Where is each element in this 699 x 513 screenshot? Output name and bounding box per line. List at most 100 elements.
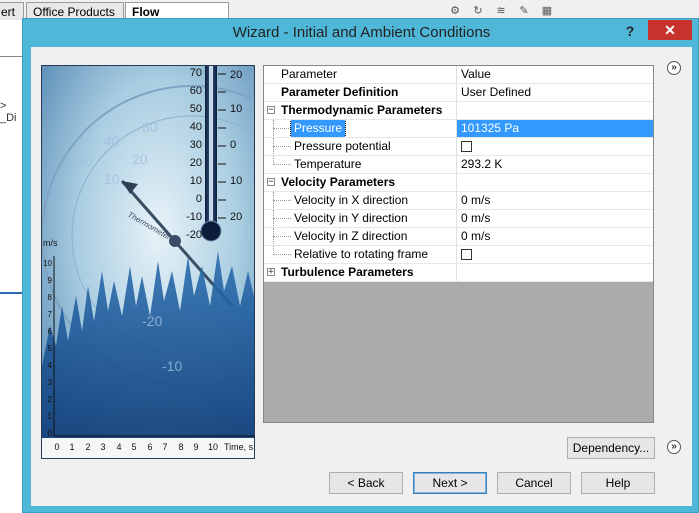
dialog-client-area: 50 40 30 20 10 -20 -10 Thermometer 70 60… xyxy=(31,47,692,506)
row-label: Temperature xyxy=(294,157,362,171)
dial-label: -10 xyxy=(162,358,182,374)
thermo-left-tick: 20 xyxy=(190,157,202,169)
group-label: Turbulence Parameters xyxy=(281,265,414,279)
column-header-parameter[interactable]: Parameter xyxy=(281,66,337,83)
chart-ytick: 10 xyxy=(43,259,52,268)
group-label: Velocity Parameters xyxy=(281,175,396,189)
row-label: Pressure potential xyxy=(294,139,391,153)
cancel-button[interactable]: Cancel xyxy=(497,472,571,494)
thermo-left-tick: 10 xyxy=(190,175,202,187)
chart-xtick: 0 xyxy=(54,442,59,452)
thermo-right-tick: 10 xyxy=(230,103,242,115)
grid-row-thermodynamic-parameters[interactable]: − Thermodynamic Parameters xyxy=(264,102,653,120)
chart-xtick: 9 xyxy=(193,442,198,452)
pressure-value[interactable]: 101325 Pa xyxy=(461,121,519,135)
wizard-illustration: 50 40 30 20 10 -20 -10 Thermometer 70 60… xyxy=(41,65,255,459)
grid-row-relative-rotating-frame[interactable]: Relative to rotating frame xyxy=(264,246,653,264)
row-label: Velocity in Z direction xyxy=(294,229,408,243)
chart-xtick: 5 xyxy=(131,442,136,452)
collapse-icon[interactable]: − xyxy=(267,106,275,115)
parameter-grid: Parameter Value Parameter Definition Use… xyxy=(263,65,654,423)
grid-row-temperature[interactable]: Temperature 293.2 K xyxy=(264,156,653,174)
dial-label: -20 xyxy=(142,313,162,329)
column-header-value[interactable]: Value xyxy=(461,67,491,81)
grid-row-velocity-parameters[interactable]: − Velocity Parameters xyxy=(264,174,653,192)
grid-row-parameter-definition[interactable]: Parameter Definition User Defined xyxy=(264,84,653,102)
close-button[interactable]: ✕ xyxy=(648,20,692,40)
illustration-graphic: 50 40 30 20 10 -20 -10 Thermometer 70 60… xyxy=(42,66,254,458)
divider xyxy=(0,292,24,294)
dialog-title: Wizard - Initial and Ambient Conditions xyxy=(232,24,491,41)
thermo-left-tick: 30 xyxy=(190,139,202,151)
tree-line xyxy=(273,200,291,201)
velocity-x-value[interactable]: 0 m/s xyxy=(461,193,490,207)
thermo-left-tick: 0 xyxy=(196,193,202,205)
row-label: Parameter Definition xyxy=(281,85,399,99)
collapse-panel-bottom-icon[interactable]: » xyxy=(667,440,681,454)
thermo-right-tick: 0 xyxy=(230,139,236,151)
grid-row-velocity-y[interactable]: Velocity in Y direction 0 m/s xyxy=(264,210,653,228)
app-left-pane: > _Di xyxy=(0,20,24,513)
thermo-left-tick: 50 xyxy=(190,103,202,115)
chart-xtick: 8 xyxy=(178,442,183,452)
chart-xtick: 3 xyxy=(100,442,105,452)
chart-ytick: 8 xyxy=(48,293,53,302)
chart-ytick: 0 xyxy=(48,429,53,438)
back-button[interactable]: < Back xyxy=(329,472,403,494)
chart-ytick: 5 xyxy=(48,344,53,353)
velocity-y-value[interactable]: 0 m/s xyxy=(461,211,490,225)
chart-ytick: 4 xyxy=(48,361,53,370)
chart-xtick: 6 xyxy=(147,442,152,452)
dependency-button[interactable]: Dependency... xyxy=(567,437,655,459)
app-toolbar: ⚙ ↻ ≋ ✎ ▦ xyxy=(448,4,554,18)
chart-ylabel: m/s xyxy=(43,238,58,248)
temperature-value[interactable]: 293.2 K xyxy=(461,157,502,171)
thermo-right-tick: 20 xyxy=(230,211,242,223)
wizard-dialog: Wizard - Initial and Ambient Conditions … xyxy=(22,18,699,513)
chart-xtick: 7 xyxy=(162,442,167,452)
grid-row-velocity-x[interactable]: Velocity in X direction 0 m/s xyxy=(264,192,653,210)
row-value[interactable]: User Defined xyxy=(461,85,531,99)
next-button[interactable]: Next > xyxy=(413,472,487,494)
tool-flow-icon[interactable]: ≋ xyxy=(494,4,508,18)
dial-label: 10 xyxy=(104,171,120,187)
chart-ytick: 7 xyxy=(48,310,53,319)
rotating-frame-checkbox[interactable] xyxy=(461,249,472,260)
thermo-left-tick: 60 xyxy=(190,85,202,97)
dial-label: 20 xyxy=(132,151,148,167)
thermo-left-tick: 70 xyxy=(190,67,202,79)
tool-edit-icon[interactable]: ✎ xyxy=(517,4,531,18)
dial-label: 30 xyxy=(142,119,158,135)
collapse-panel-top-icon[interactable]: » xyxy=(667,61,681,75)
chart-ytick: 2 xyxy=(48,395,53,404)
help-question-icon[interactable]: ? xyxy=(620,21,640,41)
help-button[interactable]: Help xyxy=(581,472,655,494)
collapse-icon[interactable]: − xyxy=(267,178,275,187)
tree-line xyxy=(273,128,291,129)
tool-refresh-icon[interactable]: ↻ xyxy=(471,4,485,18)
tree-line xyxy=(273,254,291,255)
pressure-potential-checkbox[interactable] xyxy=(461,141,472,152)
grid-row-turbulence-parameters[interactable]: + Turbulence Parameters xyxy=(264,264,653,282)
expand-icon[interactable]: + xyxy=(267,268,275,277)
velocity-z-value[interactable]: 0 m/s xyxy=(461,229,490,243)
tool-grid-icon[interactable]: ▦ xyxy=(540,4,554,18)
tree-item-text[interactable]: > _Di xyxy=(0,100,24,124)
dial-label: 50 xyxy=(77,153,93,169)
tree-line xyxy=(273,236,291,237)
thermo-left-tick: 40 xyxy=(190,121,202,133)
grid-row-velocity-z[interactable]: Velocity in Z direction 0 m/s xyxy=(264,228,653,246)
grid-row-pressure[interactable]: Pressure 101325 Pa xyxy=(264,120,653,138)
grid-row-pressure-potential[interactable]: Pressure potential xyxy=(264,138,653,156)
divider xyxy=(0,56,24,57)
row-label: Pressure xyxy=(289,120,347,137)
chart-ytick: 3 xyxy=(48,378,53,387)
chart-xtick: 10 xyxy=(208,442,218,452)
tree-line xyxy=(273,164,291,165)
tool-gear-icon[interactable]: ⚙ xyxy=(448,4,462,18)
dialog-titlebar[interactable]: Wizard - Initial and Ambient Conditions … xyxy=(23,19,699,47)
chart-xtick: 2 xyxy=(85,442,90,452)
chart-ytick: 6 xyxy=(48,327,53,336)
row-label: Relative to rotating frame xyxy=(294,247,429,261)
app-tab-expert[interactable]: ert xyxy=(0,2,24,20)
